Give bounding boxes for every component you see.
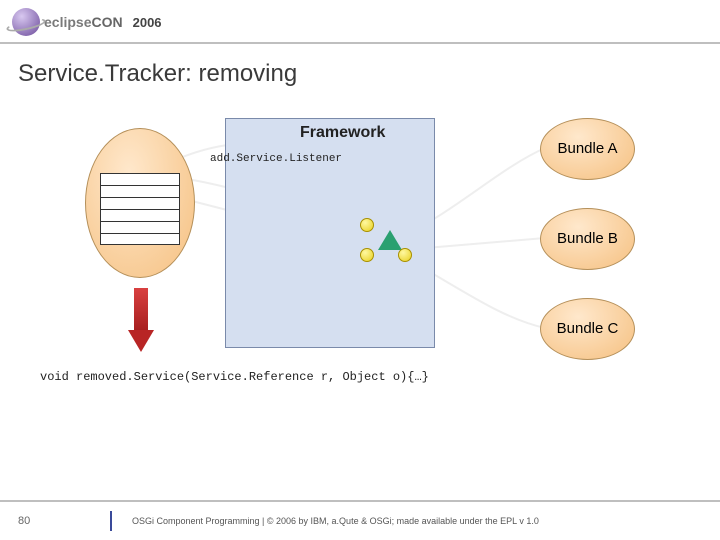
bundle-c: Bundle C: [540, 298, 635, 360]
year-label: 2006: [133, 15, 162, 30]
framework-label: Framework: [300, 124, 385, 142]
table-row: [101, 210, 179, 222]
table-row: [101, 198, 179, 210]
service-dot-icon: [360, 218, 374, 232]
footer-text: OSGi Component Programming | © 2006 by I…: [132, 516, 539, 526]
logo: eclipseCON 2006: [12, 8, 162, 36]
listener-label: add.Service.Listener: [210, 153, 342, 165]
arrow-down-icon: [128, 288, 154, 358]
bundle-a: Bundle A: [540, 118, 635, 180]
brand-name: eclipseCON: [44, 14, 123, 30]
service-dot-icon: [398, 248, 412, 262]
table-row: [101, 174, 179, 186]
table-row: [101, 234, 179, 246]
bundle-b: Bundle B: [540, 208, 635, 270]
page-number: 80: [18, 515, 30, 527]
footer: 80 OSGi Component Programming | © 2006 b…: [0, 500, 720, 540]
header: eclipseCON 2006: [0, 0, 720, 40]
callback-signature: void removed.Service(Service.Reference r…: [40, 370, 429, 384]
table-row: [101, 186, 179, 198]
service-triangle-icon: [378, 230, 402, 250]
diagram-area: Framework add.Service.Listener Bundle A …: [0, 88, 720, 418]
header-divider: [0, 42, 720, 44]
footer-separator: [110, 511, 112, 531]
table-row: [101, 222, 179, 234]
tracker-table: [100, 173, 180, 245]
slide-title: Service.Tracker: removing: [0, 54, 720, 88]
eclipse-orb-icon: [12, 8, 40, 36]
service-dot-icon: [360, 248, 374, 262]
